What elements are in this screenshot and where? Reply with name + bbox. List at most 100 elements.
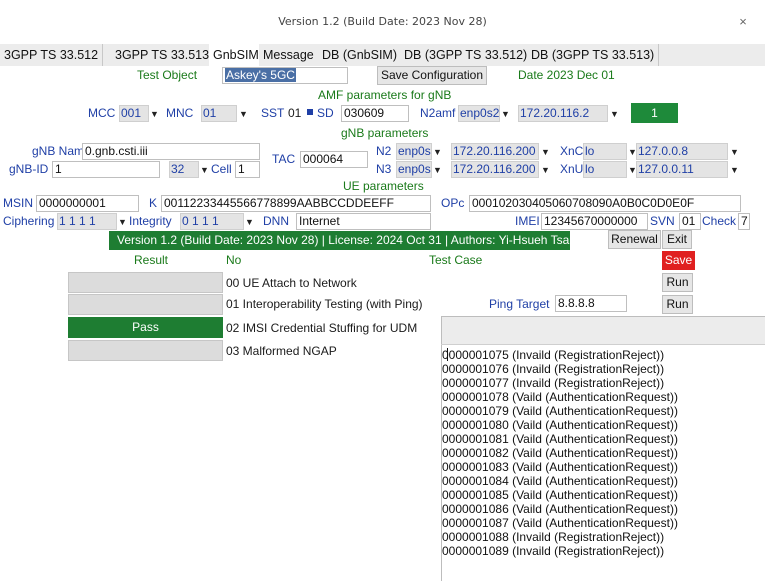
log-line[interactable]: 0000001085 (Vaild (AuthenticationRequest… <box>442 488 678 502</box>
n3-iface-dropdown-icon[interactable]: ▼ <box>432 161 443 178</box>
mcc-select[interactable]: 001 <box>119 105 149 122</box>
result-pass-badge: Pass <box>68 317 223 338</box>
save-button[interactable]: Save <box>662 251 695 270</box>
check-label: Check <box>702 214 737 228</box>
xnu-label: XnU <box>560 162 584 176</box>
log-line[interactable]: 0000001081 (Vaild (AuthenticationRequest… <box>442 432 678 446</box>
gnb-name-input[interactable]: 0.gnb.csti.iii <box>82 143 260 160</box>
xnc-iface-select[interactable]: lo <box>583 143 627 160</box>
log-line[interactable]: 0000001079 (Vaild (AuthenticationRequest… <box>442 404 678 418</box>
n3-ip-dropdown-icon[interactable]: ▼ <box>540 161 551 178</box>
n2amf-ip-dropdown-icon[interactable]: ▼ <box>609 105 620 122</box>
cell-input[interactable]: 1 <box>235 161 260 178</box>
gnb-id-label: gNB-ID <box>9 162 49 176</box>
renewal-button[interactable]: Renewal <box>608 230 661 249</box>
log-line[interactable]: 0000001088 (Invaild (RegistrationReject)… <box>442 530 664 544</box>
tab-3gpp-33513[interactable]: 3GPP TS 33.513 <box>111 44 215 66</box>
xnu-ip-dropdown-icon[interactable]: ▼ <box>729 161 740 178</box>
run-button[interactable]: Run <box>662 295 693 314</box>
test-object-field[interactable]: Askey's 5GC <box>222 67 348 84</box>
tac-input[interactable]: 000064 <box>300 151 368 168</box>
tab-message[interactable]: Message <box>259 44 319 66</box>
mnc-dropdown-icon[interactable]: ▼ <box>238 105 249 122</box>
mcc-label: MCC <box>88 106 116 120</box>
msin-input[interactable]: 0000000001 <box>36 195 139 212</box>
log-popup-divider <box>441 344 765 345</box>
tab-3gpp-33512[interactable]: 3GPP TS 33.512 <box>0 44 104 66</box>
log-line[interactable]: 0000001083 (Vaild (AuthenticationRequest… <box>442 460 678 474</box>
log-line[interactable]: 0000001087 (Vaild (AuthenticationRequest… <box>442 516 678 530</box>
ciphering-dropdown-icon[interactable]: ▼ <box>117 213 128 230</box>
test-case-item[interactable]: 00 UE Attach to Network <box>226 276 357 290</box>
test-case-item[interactable]: 02 IMSI Credential Stuffing for UDM <box>226 321 417 335</box>
xnc-label: XnC <box>560 144 584 158</box>
gnb-id-bits-dropdown-icon[interactable]: ▼ <box>199 161 210 178</box>
log-line[interactable]: 0000001078 (Vaild (AuthenticationRequest… <box>442 390 678 404</box>
test-object-label: Test Object <box>137 68 198 82</box>
sd-label: SD <box>317 106 334 120</box>
gnb-id-input[interactable]: 1 <box>52 161 160 178</box>
sd-checkbox-icon[interactable] <box>307 109 313 115</box>
log-line[interactable]: 0000001077 (Invaild (RegistrationReject)… <box>442 376 664 390</box>
svn-input[interactable]: 01 <box>679 213 701 230</box>
tab-gnbsim[interactable]: GnbSIM <box>209 44 264 66</box>
mnc-select[interactable]: 01 <box>201 105 237 122</box>
test-case-item[interactable]: 03 Malformed NGAP <box>226 344 337 358</box>
result-cell <box>68 340 223 361</box>
xnc-ip-select[interactable]: 127.0.0.8 <box>636 143 728 160</box>
tab-db-33513[interactable]: DB (3GPP TS 33.513) <box>527 44 660 66</box>
date-text: Date 2023 Dec 01 <box>518 68 615 82</box>
integrity-select[interactable]: 0 1 1 1 <box>180 213 244 230</box>
test-object-value: Askey's 5GC <box>225 68 296 82</box>
mcc-dropdown-icon[interactable]: ▼ <box>149 105 160 122</box>
amf-index-button[interactable]: 1 <box>631 103 678 123</box>
log-line[interactable]: 0000001076 (Invaild (RegistrationReject)… <box>442 362 664 376</box>
sst-value[interactable]: 01 <box>288 106 301 120</box>
ping-target-input[interactable]: 8.8.8.8 <box>555 295 627 312</box>
gnb-id-bits-select[interactable]: 32 <box>169 161 199 178</box>
n3-iface-select[interactable]: enp0s <box>396 161 432 178</box>
n2-iface-dropdown-icon[interactable]: ▼ <box>432 143 443 160</box>
integrity-dropdown-icon[interactable]: ▼ <box>244 213 255 230</box>
result-cell <box>68 272 223 293</box>
k-label: K <box>149 196 158 210</box>
log-line[interactable]: 0000001084 (Vaild (AuthenticationRequest… <box>442 474 678 488</box>
ciphering-select[interactable]: 1 1 1 1 <box>57 213 117 230</box>
no-column-header: No <box>226 253 242 267</box>
status-bar: Version 1.2 (Build Date: 2023 Nov 28) | … <box>109 231 572 250</box>
exit-button[interactable]: Exit <box>662 230 692 249</box>
test-case-column-header: Test Case <box>429 253 483 267</box>
log-line[interactable]: 0000001082 (Vaild (AuthenticationRequest… <box>442 446 678 460</box>
n2amf-iface-dropdown-icon[interactable]: ▼ <box>500 105 511 122</box>
n2amf-iface-select[interactable]: enp0s2 <box>458 105 500 122</box>
close-icon[interactable]: × <box>736 0 750 44</box>
n3-ip-select[interactable]: 172.20.116.200 <box>451 161 539 178</box>
log-line[interactable]: 0000001075 (Invaild (RegistrationReject)… <box>442 348 664 362</box>
n2amf-ip-select[interactable]: 172.20.116.2 <box>518 105 608 122</box>
xnu-ip-select[interactable]: 127.0.0.11 <box>636 161 728 178</box>
sst-label: SST <box>261 106 285 120</box>
tab-db-gnbsim[interactable]: DB (GnbSIM) <box>318 44 403 66</box>
opc-input[interactable]: 000102030405060708090A0B0C0D0E0F <box>469 195 741 212</box>
sd-input[interactable]: 030609 <box>341 105 409 122</box>
msin-label: MSIN <box>3 196 33 210</box>
dnn-input[interactable]: Internet <box>296 213 431 230</box>
gnb-header: gNB parameters <box>341 126 429 140</box>
xnc-ip-dropdown-icon[interactable]: ▼ <box>729 143 740 160</box>
log-line[interactable]: 0000001080 (Vaild (AuthenticationRequest… <box>442 418 678 432</box>
n3-label: N3 <box>376 162 392 176</box>
run-button[interactable]: Run <box>662 273 693 292</box>
log-line[interactable]: 0000001089 (Invaild (RegistrationReject)… <box>442 544 664 558</box>
test-case-item[interactable]: 01 Interoperability Testing (with Ping) <box>226 297 423 311</box>
log-line[interactable]: 0000001086 (Vaild (AuthenticationRequest… <box>442 502 678 516</box>
n2-ip-select[interactable]: 172.20.116.200 <box>451 143 539 160</box>
n2-iface-select[interactable]: enp0s <box>396 143 432 160</box>
n2-ip-dropdown-icon[interactable]: ▼ <box>540 143 551 160</box>
imei-input[interactable]: 12345670000000 <box>541 213 648 230</box>
n2amf-label: N2amf <box>420 106 456 120</box>
tab-db-33512[interactable]: DB (3GPP TS 33.512) <box>400 44 533 66</box>
k-input[interactable]: 00112233445566778899AABBCCDDEEFF <box>161 195 431 212</box>
log-popup-titlebar[interactable] <box>442 317 765 344</box>
save-configuration-button[interactable]: Save Configuration <box>377 66 487 85</box>
xnu-iface-select[interactable]: lo <box>583 161 627 178</box>
